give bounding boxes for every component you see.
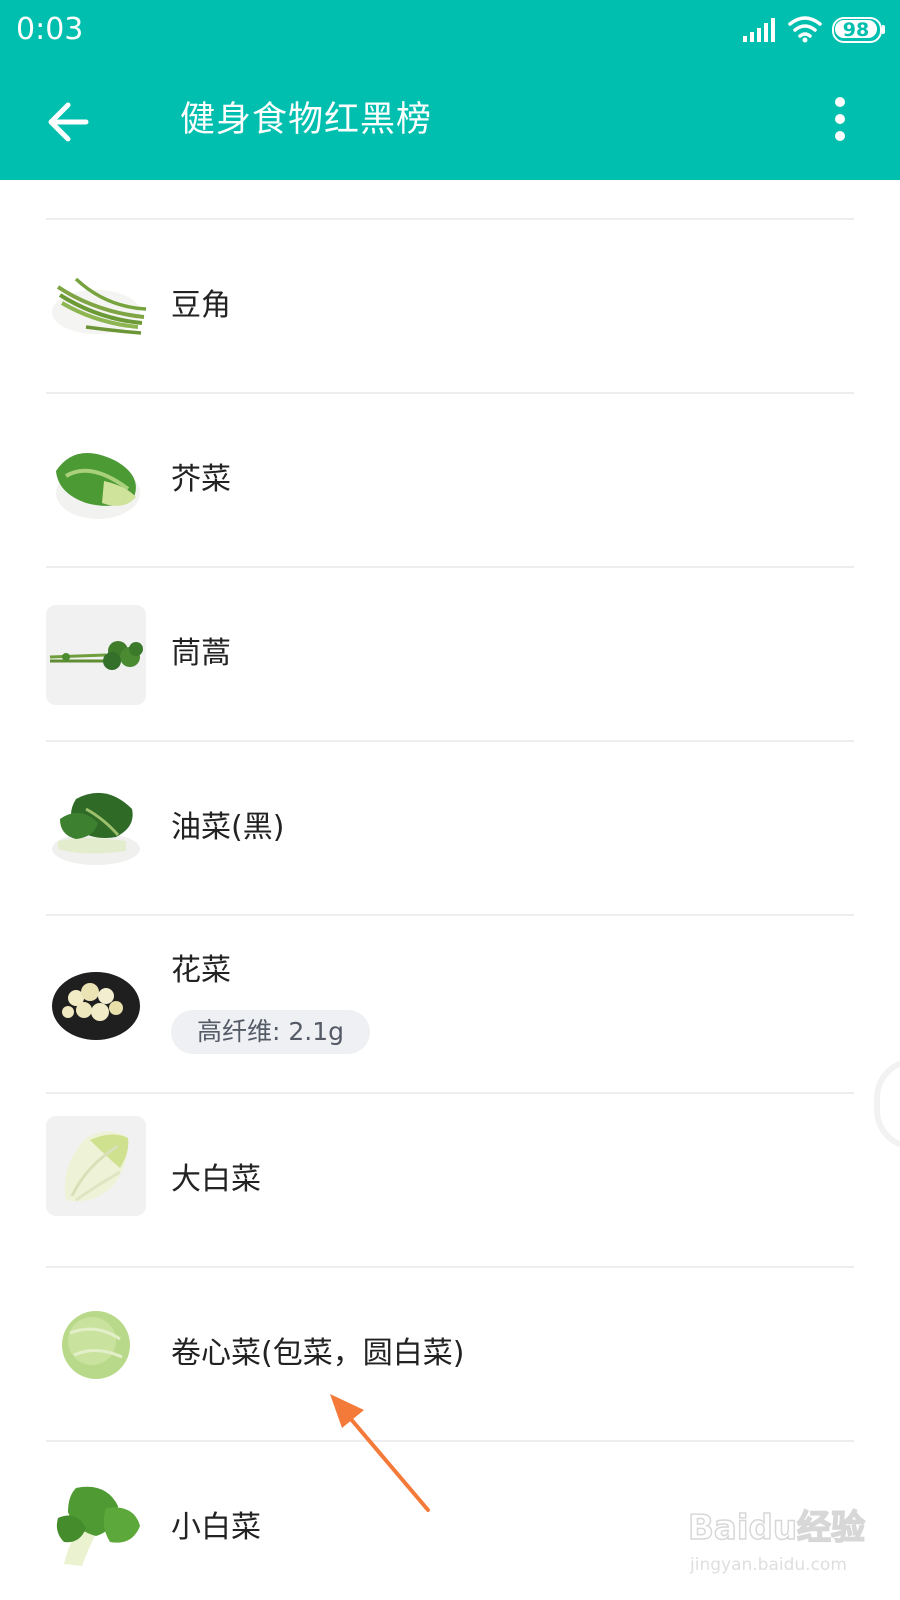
food-name: 油菜(黑) xyxy=(171,810,285,845)
battery-level: 98 xyxy=(842,19,870,41)
signal-icon xyxy=(743,18,775,42)
food-item[interactable]: 茼蒿 xyxy=(0,568,900,740)
food-image-bok-choy-dark xyxy=(46,779,146,879)
food-name: 卷心菜(包菜，圆白菜) xyxy=(171,1336,465,1371)
food-image-crown-daisy xyxy=(46,605,146,705)
food-image-pak-choi xyxy=(46,1478,146,1578)
food-name: 豆角 xyxy=(171,288,231,323)
watermark-logo: Baidu经验 xyxy=(687,1507,866,1549)
app-screen: 0:03 98 健身食物红黑榜 豆角 芥菜 茼蒿 油菜(黑) 花菜 高纤维: 2… xyxy=(0,0,900,1600)
food-name: 茼蒿 xyxy=(171,636,231,671)
page-title: 健身食物红黑榜 xyxy=(180,100,433,140)
food-item[interactable]: 豆角 xyxy=(0,220,900,392)
baidu-watermark: Baidu经验 jingyan.baidu.com xyxy=(687,1500,868,1590)
food-item[interactable]: 花菜 高纤维: 2.1g xyxy=(0,916,900,1092)
food-name: 小白菜 xyxy=(171,1510,261,1545)
food-image-round-cabbage xyxy=(46,1293,146,1393)
toolbar: 健身食物红黑榜 xyxy=(0,62,900,180)
food-name: 花菜 xyxy=(171,953,231,988)
food-name: 大白菜 xyxy=(171,1162,261,1197)
fiber-tag: 高纤维: 2.1g xyxy=(171,1010,370,1054)
food-item[interactable]: 大白菜 xyxy=(0,1094,900,1266)
wifi-icon xyxy=(788,16,822,43)
status-time: 0:03 xyxy=(16,12,84,47)
food-image-cauliflower xyxy=(46,954,146,1054)
food-image-napa-cabbage xyxy=(46,1116,146,1216)
arrow-left-icon xyxy=(48,102,89,142)
food-item[interactable]: 卷心菜(包菜，圆白菜) xyxy=(0,1268,900,1440)
watermark-url: jingyan.baidu.com xyxy=(690,1555,847,1575)
battery-icon: 98 xyxy=(832,17,885,43)
food-item[interactable]: 芥菜 xyxy=(0,394,900,566)
food-item[interactable]: 油菜(黑) xyxy=(0,742,900,914)
more-button[interactable] xyxy=(818,92,862,152)
more-vertical-icon xyxy=(835,97,845,141)
food-list: 豆角 芥菜 茼蒿 油菜(黑) 花菜 高纤维: 2.1g 大白菜 卷心菜(包菜，圆… xyxy=(0,180,900,1600)
status-bar: 0:03 98 xyxy=(0,0,900,62)
annotation-arrow-icon xyxy=(330,1394,430,1512)
food-image-mustard-greens xyxy=(46,431,146,531)
food-image-green-beans xyxy=(46,257,146,357)
back-button[interactable] xyxy=(36,90,106,154)
food-name: 芥菜 xyxy=(171,462,231,497)
